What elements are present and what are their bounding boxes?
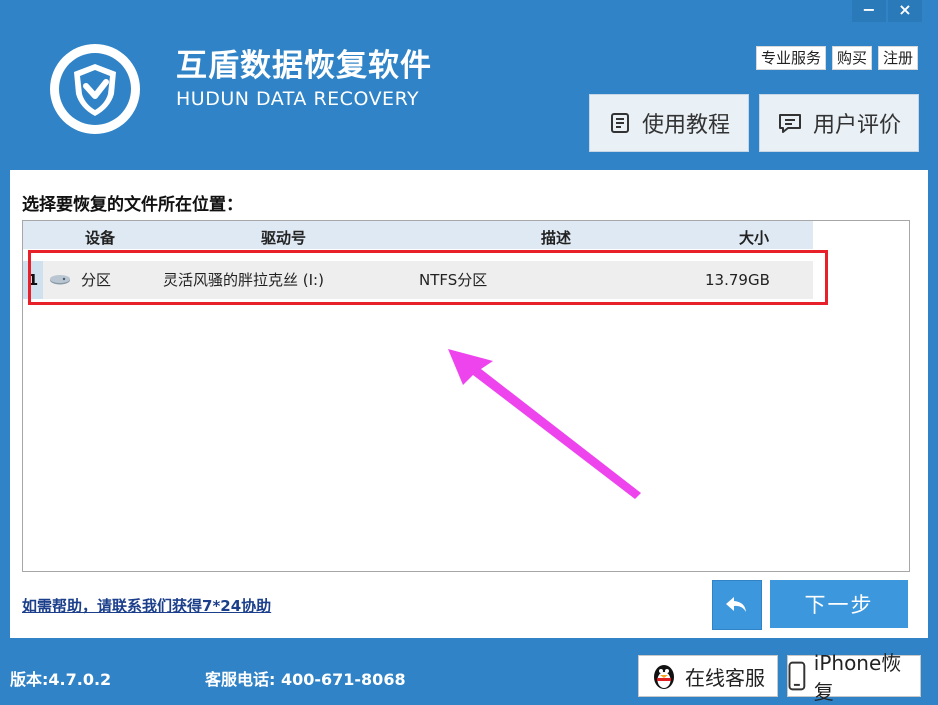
location-prompt: 选择要恢复的文件所在位置：	[22, 195, 243, 215]
app-subtitle: HUDUN DATA RECOVERY	[176, 88, 420, 110]
version-label: 版本:4.7.0.2	[10, 670, 112, 689]
document-icon	[610, 113, 629, 133]
app-window: − × 互盾数据恢复软件 HUDUN DATA RECOVERY 专业服务 购买…	[0, 0, 938, 704]
register-link[interactable]: 注册	[877, 46, 918, 70]
tutorial-label: 使用教程	[641, 113, 730, 138]
app-title: 互盾数据恢复软件	[176, 48, 432, 84]
professional-service-link[interactable]: 专业服务	[755, 46, 826, 70]
column-header-description: 描述	[541, 229, 572, 247]
tutorial-button[interactable]: 使用教程	[589, 94, 749, 152]
drive-table: 设备 驱动号 描述 大小 1 分区 灵活风骚的胖拉克丝 (I:) NTFS分区 …	[22, 220, 910, 572]
row-index: 1	[23, 261, 43, 299]
comment-icon	[778, 114, 801, 133]
close-button[interactable]: ×	[888, 0, 922, 22]
cell-size: 13.79GB	[705, 271, 770, 289]
user-review-button[interactable]: 用户评价	[759, 94, 919, 152]
top-links: 专业服务 购买 注册	[755, 46, 918, 70]
buy-link[interactable]: 购买	[831, 46, 872, 70]
hotline-label: 客服电话: 400-671-8068	[205, 670, 406, 689]
iphone-recovery-button[interactable]: iPhone恢复	[787, 651, 921, 704]
main-panel: 选择要恢复的文件所在位置： 设备 驱动号 描述 大小 1 分区 灵活风骚的胖拉克…	[10, 170, 928, 638]
column-header-size: 大小	[739, 229, 770, 247]
disk-partition-icon	[50, 275, 70, 285]
minimize-button[interactable]: −	[852, 0, 886, 22]
cell-device: 分区	[81, 271, 112, 289]
app-logo	[50, 44, 140, 134]
cell-description: NTFS分区	[419, 271, 488, 289]
cell-drive: 灵活风骚的胖拉克丝 (I:)	[163, 271, 324, 289]
table-row[interactable]: 1 分区 灵活风骚的胖拉克丝 (I:) NTFS分区 13.79GB	[23, 261, 813, 299]
phone-icon	[788, 661, 806, 691]
online-service-button[interactable]: 在线客服	[638, 655, 778, 697]
penguin-icon	[654, 665, 674, 689]
iphone-recovery-label: iPhone恢复	[813, 651, 902, 704]
online-service-label: 在线客服	[685, 665, 765, 690]
help-link[interactable]: 如需帮助，请联系我们获得7*24协助	[22, 595, 271, 616]
next-button[interactable]: 下一步	[770, 580, 908, 628]
back-button[interactable]	[712, 580, 762, 630]
column-header-device: 设备	[85, 229, 116, 247]
table-header: 设备 驱动号 描述 大小	[23, 221, 813, 249]
back-arrow-icon	[726, 597, 746, 612]
shield-check-icon	[59, 53, 131, 125]
user-review-label: 用户评价	[812, 113, 901, 138]
column-header-drive: 驱动号	[261, 229, 307, 247]
